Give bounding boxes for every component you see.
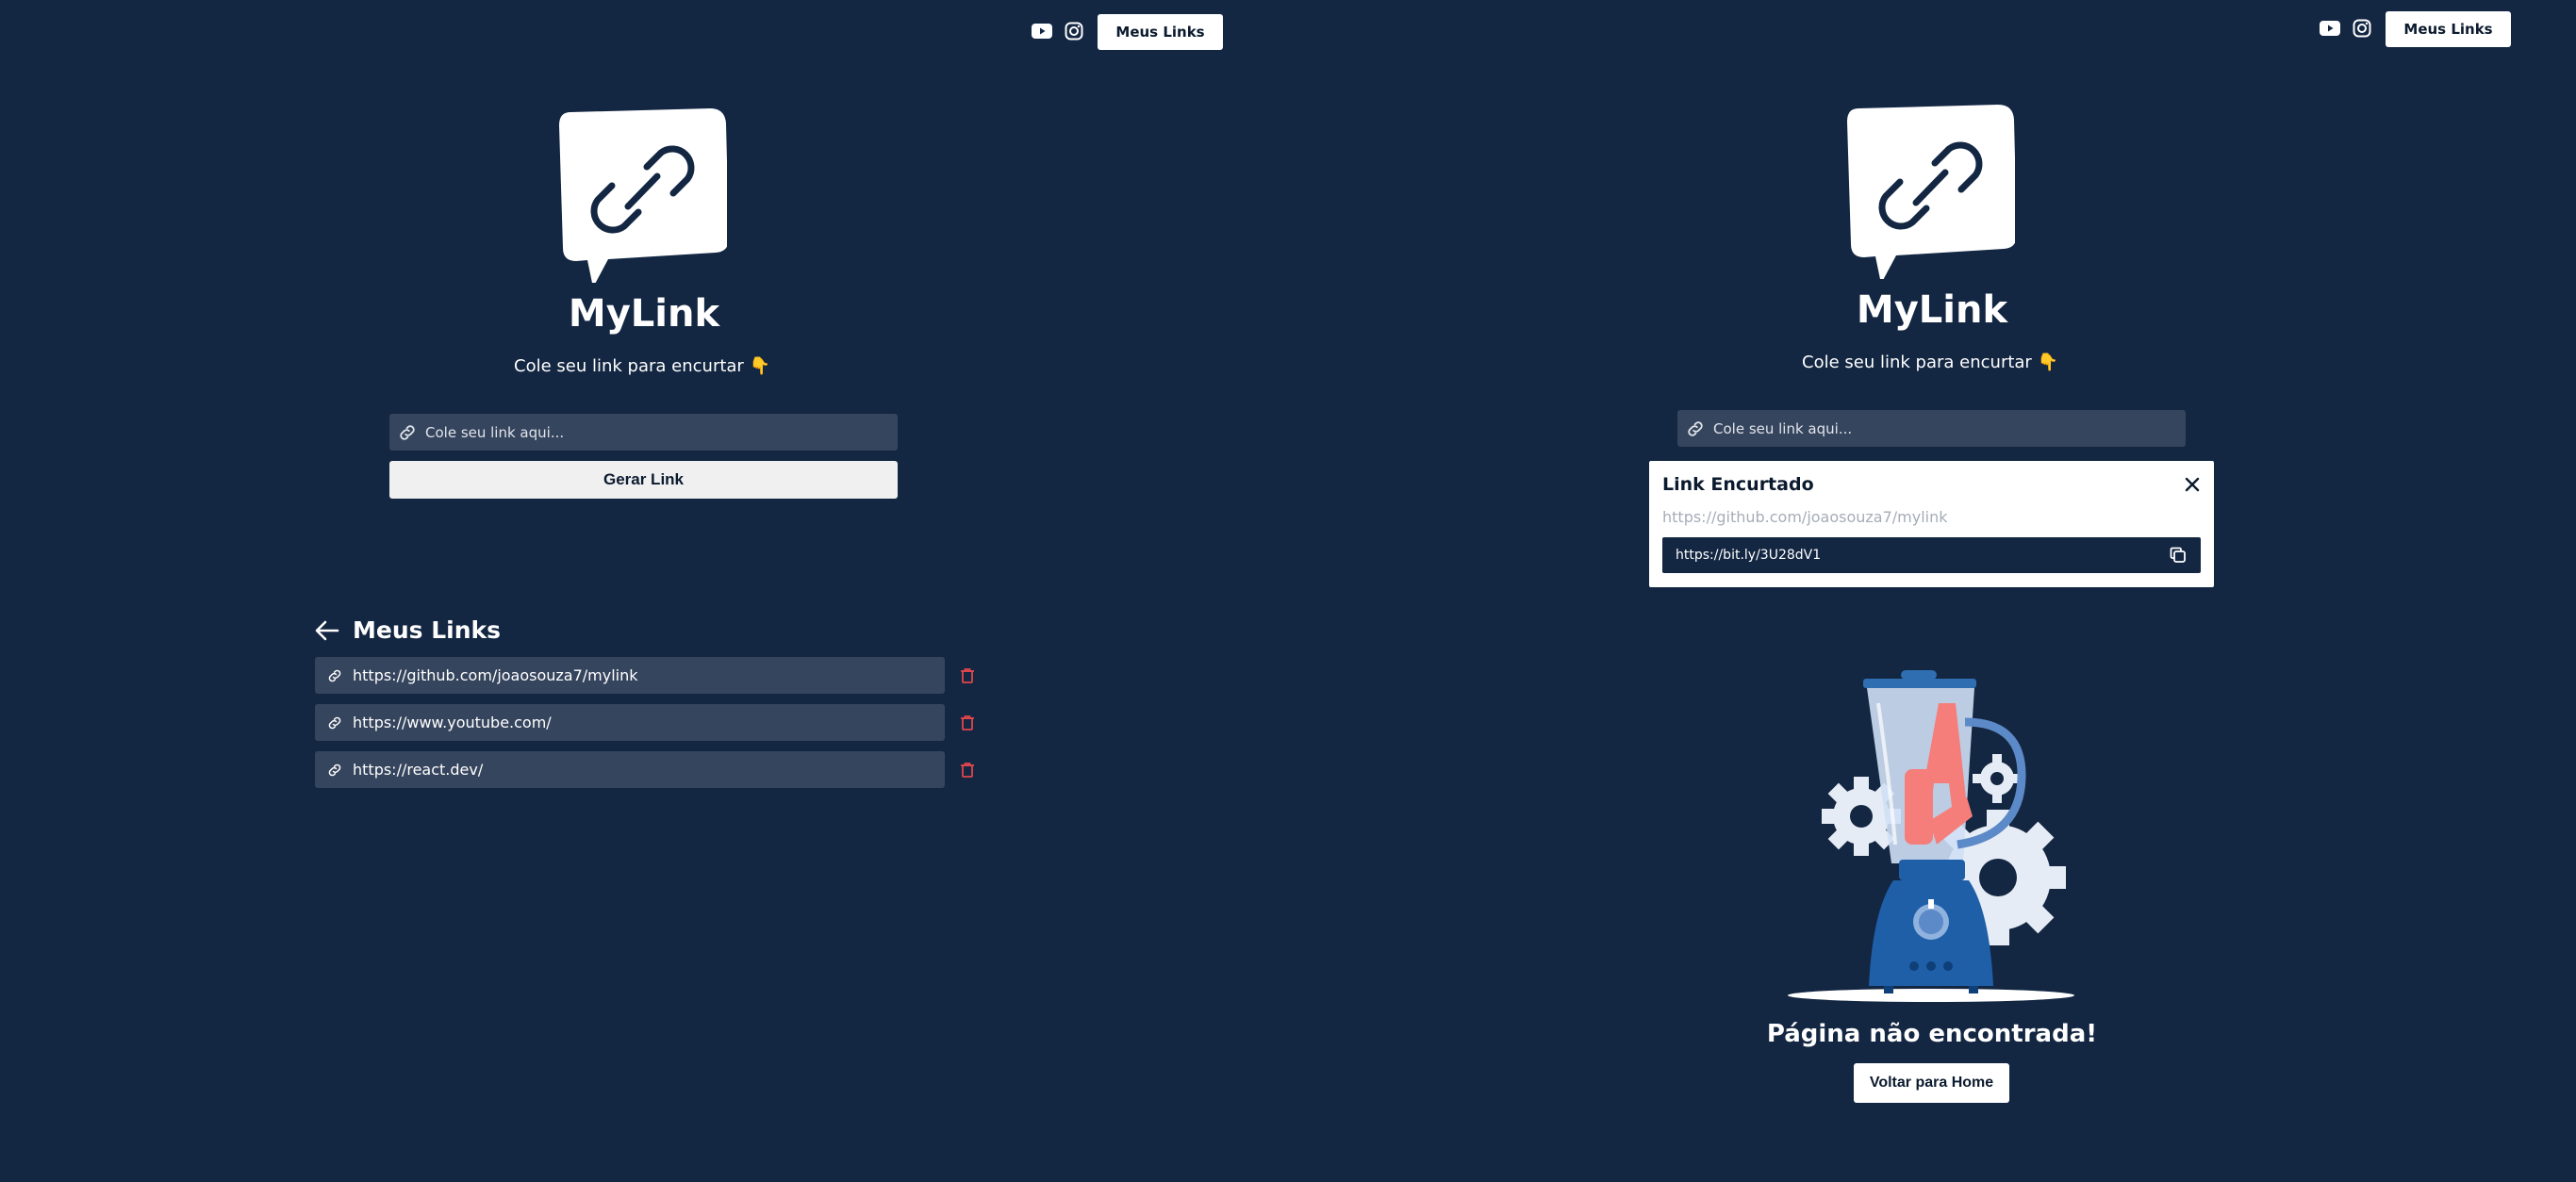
short-link-modal: Link Encurtado https://github.com/joaoso… [1649, 461, 2214, 587]
my-links-nav-button[interactable]: Meus Links [1098, 14, 1223, 50]
link-input-placeholder: Cole seu link aqui... [1713, 419, 1853, 437]
link-url: https://react.dev/ [353, 761, 484, 779]
my-links-header: Meus Links [315, 616, 501, 644]
youtube-icon[interactable] [2319, 17, 2341, 40]
trash-icon[interactable] [960, 714, 975, 731]
social-icons [2319, 17, 2373, 40]
link-input-placeholder: Cole seu link aqui... [425, 423, 565, 441]
not-found-title: Página não encontrada! [1766, 1020, 2098, 1048]
link-item[interactable]: https://react.dev/ [315, 751, 945, 788]
arrow-back-icon[interactable] [315, 620, 339, 641]
trash-icon[interactable] [960, 762, 975, 779]
back-home-button[interactable]: Voltar para Home [1854, 1063, 2009, 1103]
link-bubble-icon [1847, 105, 2017, 284]
blender-illustration [1788, 665, 2080, 1009]
brand-logo [557, 108, 729, 287]
link-item[interactable]: https://github.com/joaosouza7/mylink [315, 657, 945, 694]
link-input[interactable]: Cole seu link aqui... [1677, 410, 2186, 447]
copy-icon[interactable] [2169, 546, 2188, 565]
modal-header: Link Encurtado [1662, 474, 2201, 495]
subtitle: Cole seu link para encurtar 👇 [514, 356, 770, 376]
brand-title: MyLink [568, 292, 720, 336]
link-icon [328, 716, 341, 729]
list-item: https://react.dev/ [315, 751, 975, 788]
modal-title: Link Encurtado [1662, 474, 1814, 495]
short-url: https://bit.ly/3U28dV1 [1676, 548, 1822, 563]
link-icon [328, 669, 341, 681]
link-icon [1688, 420, 1703, 436]
link-url: https://github.com/joaosouza7/mylink [353, 666, 638, 684]
list-item: https://www.youtube.com/ [315, 704, 975, 741]
original-url: https://github.com/joaosouza7/mylink [1662, 508, 1948, 526]
link-icon [328, 763, 341, 776]
instagram-icon[interactable] [2351, 17, 2373, 40]
instagram-icon[interactable] [1063, 20, 1085, 42]
subtitle: Cole seu link para encurtar 👇 [1802, 353, 2058, 372]
close-icon[interactable] [2184, 476, 2201, 493]
brand-title: MyLink [1856, 288, 2008, 332]
trash-icon[interactable] [960, 667, 975, 684]
link-icon [400, 424, 415, 440]
link-bubble-icon [559, 108, 729, 287]
youtube-icon[interactable] [1031, 20, 1053, 42]
social-icons [1031, 20, 1085, 42]
link-url: https://www.youtube.com/ [353, 714, 552, 731]
link-item[interactable]: https://www.youtube.com/ [315, 704, 945, 741]
link-input[interactable]: Cole seu link aqui... [389, 414, 898, 451]
my-links-title: Meus Links [353, 616, 502, 644]
brand-logo [1845, 105, 2017, 284]
generate-link-button[interactable]: Gerar Link [389, 461, 898, 499]
blender-gears-illustration [1788, 670, 2074, 1002]
links-list: https://github.com/joaosouza7/mylink htt… [315, 657, 975, 788]
my-links-nav-button[interactable]: Meus Links [2386, 11, 2511, 47]
short-url-box[interactable]: https://bit.ly/3U28dV1 [1662, 537, 2201, 573]
list-item: https://github.com/joaosouza7/mylink [315, 657, 975, 694]
